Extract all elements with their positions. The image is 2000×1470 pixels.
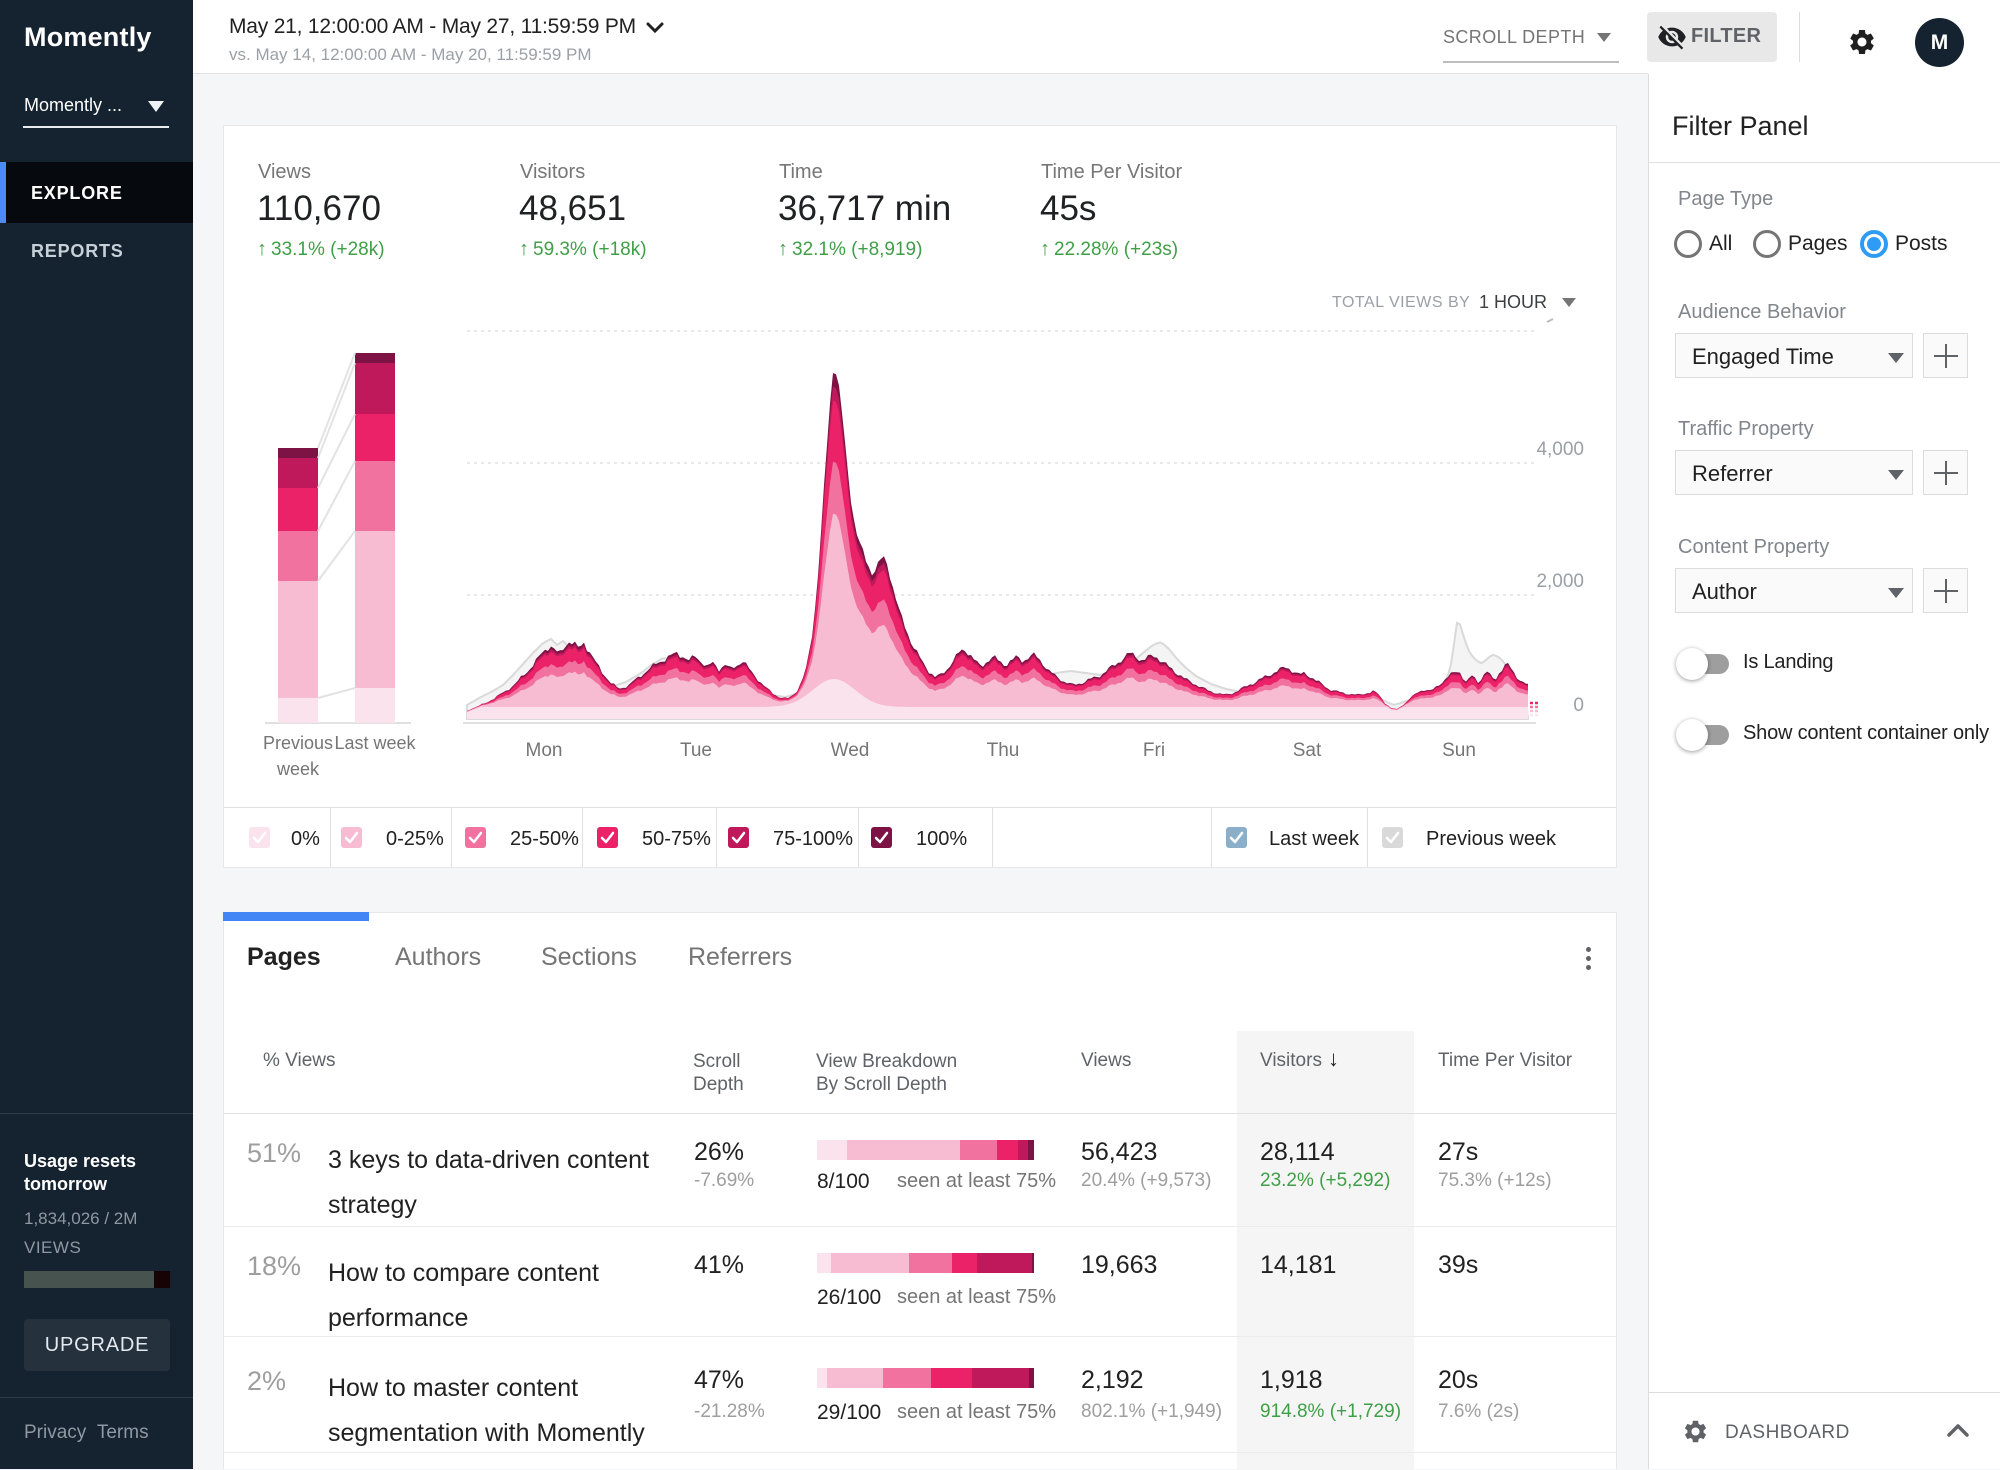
svg-text:Sun: Sun	[1442, 740, 1476, 761]
svg-text:Thu: Thu	[987, 740, 1020, 761]
svg-text:Tue: Tue	[680, 740, 712, 761]
svg-text:2,000: 2,000	[1536, 571, 1584, 592]
svg-text:week: week	[276, 759, 320, 779]
svg-text:Wed: Wed	[831, 740, 870, 761]
svg-text:Sat: Sat	[1293, 740, 1322, 761]
svg-text:Mon: Mon	[526, 740, 563, 761]
svg-text:4,000: 4,000	[1536, 439, 1584, 460]
svg-text:Previous: Previous	[263, 733, 333, 753]
svg-text:0: 0	[1573, 695, 1584, 716]
svg-text:Fri: Fri	[1143, 740, 1165, 761]
svg-text:Last week: Last week	[334, 733, 416, 753]
